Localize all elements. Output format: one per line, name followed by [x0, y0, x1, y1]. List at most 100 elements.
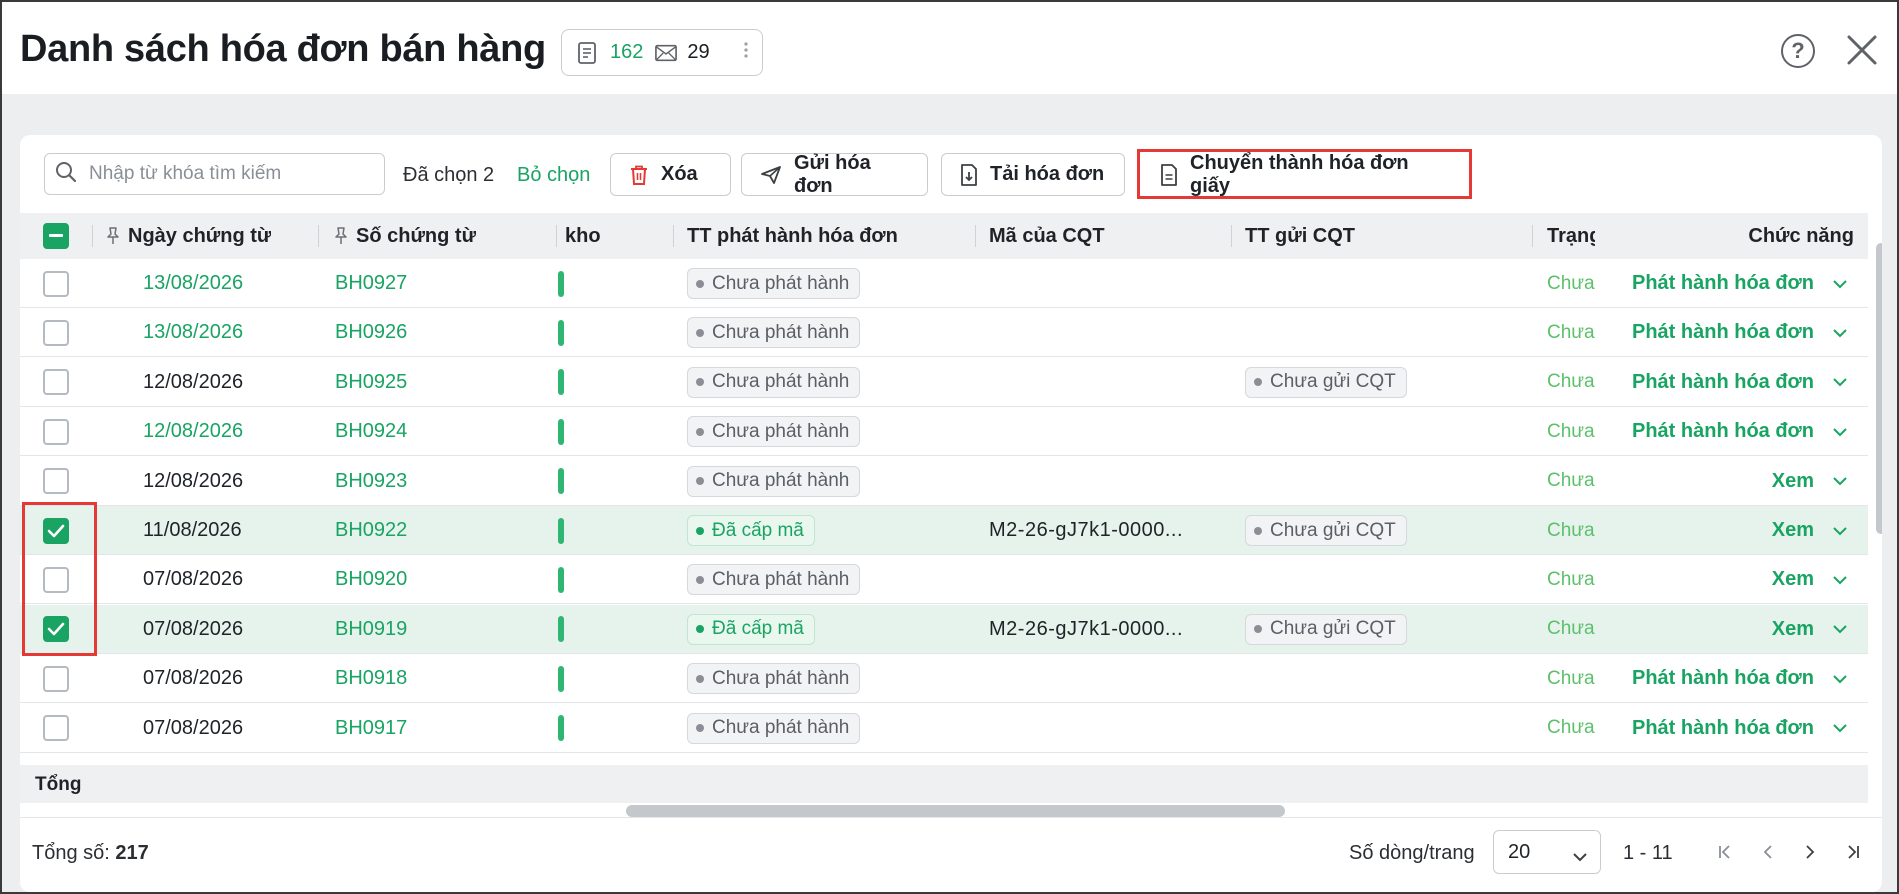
chevron-down-icon[interactable] — [1832, 605, 1848, 654]
table-row[interactable]: 07/08/2026 BH0917 Chưa phát hành Chưa Phát h… — [20, 703, 1868, 753]
column-code-label: Số chứng từ — [356, 224, 477, 247]
row-checkbox[interactable] — [43, 369, 69, 396]
table-row[interactable]: 11/08/2026 BH0922 Đã cấp mã M2-26-gJ7k1-000… — [20, 506, 1868, 555]
row-action-link[interactable]: Phát hành hóa đơn — [1598, 654, 1814, 703]
row-action-link[interactable]: Phát hành hóa đơn — [1598, 308, 1814, 357]
row-code[interactable]: BH0920 — [335, 555, 407, 604]
row-checkbox[interactable] — [43, 468, 69, 495]
row-checkbox-cell[interactable] — [43, 308, 69, 357]
help-icon[interactable]: ? — [1781, 34, 1815, 68]
table-row[interactable]: 07/08/2026 BH0919 Đã cấp mã M2-26-gJ7k1-000… — [20, 604, 1868, 654]
send-invoice-button[interactable]: Gửi hóa đơn — [741, 152, 928, 197]
invoice-panel: Đã chọn 2 Bỏ chọn Xóa Gửi hóa đơn Tải hó… — [20, 135, 1882, 892]
table-row[interactable]: 07/08/2026 BH0918 Chưa phát hành Chưa Phát h… — [20, 654, 1868, 704]
row-code[interactable]: BH0925 — [335, 358, 407, 407]
pin-icon[interactable] — [334, 227, 348, 245]
row-action-link[interactable]: Xem — [1598, 506, 1814, 555]
chevron-down-icon[interactable] — [1832, 308, 1848, 357]
row-code[interactable]: BH0918 — [335, 654, 407, 703]
column-ma-cqt[interactable]: Mã của CQT — [989, 213, 1105, 259]
kho-indicator — [558, 605, 564, 654]
row-checkbox-cell[interactable] — [43, 704, 69, 753]
status-badge: Đã cấp mã — [687, 613, 815, 645]
close-icon[interactable] — [1844, 32, 1880, 68]
row-trang: Chưa — [1547, 667, 1595, 689]
row-action-link[interactable]: Phát hành hóa đơn — [1598, 259, 1814, 308]
column-divider — [92, 225, 93, 247]
prev-page-icon[interactable] — [1756, 840, 1780, 864]
first-page-icon[interactable] — [1713, 840, 1737, 864]
kho-indicator — [558, 555, 564, 604]
status-badge: Chưa phát hành — [687, 564, 861, 596]
row-code[interactable]: BH0926 — [335, 308, 407, 357]
row-action-link[interactable]: Phát hành hóa đơn — [1598, 358, 1814, 407]
row-checkbox-cell[interactable] — [43, 259, 69, 308]
row-checkbox-cell[interactable] — [43, 654, 69, 703]
row-code[interactable]: BH0917 — [335, 704, 407, 753]
row-checkbox-cell[interactable] — [43, 358, 69, 407]
table-row[interactable]: 12/08/2026 BH0923 Chưa phát hành Chưa Xem — [20, 456, 1868, 506]
row-code[interactable]: BH0919 — [335, 605, 407, 654]
page-range: 1 - 11 — [1623, 842, 1673, 864]
more-icon[interactable] — [744, 42, 748, 63]
chevron-down-icon[interactable] — [1832, 259, 1848, 308]
chevron-down-icon[interactable] — [1832, 704, 1848, 753]
table-row[interactable]: 13/08/2026 BH0927 Chưa phát hành Chưa Phát h… — [20, 259, 1868, 308]
status-badge: Chưa phát hành — [687, 416, 861, 448]
column-tt-phat-hanh[interactable]: TT phát hành hóa đơn — [687, 213, 898, 259]
search-input[interactable] — [89, 163, 369, 185]
row-trang: Chưa — [1547, 618, 1595, 640]
vertical-scrollbar[interactable] — [1876, 243, 1882, 534]
row-code[interactable]: BH0927 — [335, 259, 407, 308]
search-box[interactable] — [44, 153, 385, 195]
row-trang: Chưa — [1547, 717, 1595, 739]
table-row[interactable]: 12/08/2026 BH0925 Chưa phát hành Chưa gửi C… — [20, 357, 1868, 407]
last-page-icon[interactable] — [1841, 840, 1865, 864]
row-checkbox-cell[interactable] — [43, 407, 69, 456]
row-action-link[interactable]: Xem — [1598, 605, 1814, 654]
unselect-link[interactable]: Bỏ chọn — [517, 164, 590, 187]
chevron-down-icon — [1572, 845, 1588, 868]
rows-per-page-select[interactable]: 20 — [1493, 830, 1601, 874]
row-checkbox[interactable] — [43, 665, 69, 692]
kho-indicator — [558, 308, 564, 357]
row-code[interactable]: BH0922 — [335, 506, 407, 555]
row-action-link[interactable]: Phát hành hóa đơn — [1598, 407, 1814, 456]
chevron-down-icon[interactable] — [1832, 506, 1848, 555]
column-date[interactable]: Ngày chứng từ — [106, 213, 271, 259]
column-kho[interactable]: kho — [565, 213, 601, 259]
invoice-counter[interactable]: 162 29 — [561, 29, 763, 76]
row-checkbox[interactable] — [43, 270, 69, 297]
status-badge-text: Chưa phát hành — [712, 371, 850, 393]
row-checkbox[interactable] — [43, 715, 69, 742]
row-action-link[interactable]: Xem — [1598, 555, 1814, 604]
column-tt-gui-cqt[interactable]: TT gửi CQT — [1245, 213, 1355, 259]
table-row[interactable]: 12/08/2026 BH0924 Chưa phát hành Chưa Phát h… — [20, 407, 1868, 457]
row-action-link[interactable]: Phát hành hóa đơn — [1598, 704, 1814, 753]
horizontal-scrollbar[interactable] — [626, 805, 1285, 817]
chevron-down-icon[interactable] — [1832, 407, 1848, 456]
row-code[interactable]: BH0924 — [335, 407, 407, 456]
column-code[interactable]: Số chứng từ — [334, 213, 476, 259]
row-checkbox[interactable] — [43, 319, 69, 346]
table-row[interactable]: 13/08/2026 BH0926 Chưa phát hành Chưa Phát h… — [20, 308, 1868, 358]
download-invoice-button[interactable]: Tải hóa đơn — [941, 153, 1125, 196]
status-badge-text: Chưa gửi CQT — [1270, 618, 1396, 640]
row-checkbox[interactable] — [43, 418, 69, 445]
next-page-icon[interactable] — [1798, 840, 1822, 864]
checkbox-indeterminate[interactable] — [43, 223, 69, 249]
row-checkbox-cell[interactable] — [43, 457, 69, 506]
chevron-down-icon[interactable] — [1832, 654, 1848, 703]
table-row[interactable]: 07/08/2026 BH0920 Chưa phát hành Chưa Xem — [20, 555, 1868, 605]
page-title: Danh sách hóa đơn bán hàng — [20, 28, 546, 70]
row-code[interactable]: BH0923 — [335, 457, 407, 506]
row-date: 07/08/2026 — [143, 667, 244, 690]
chevron-down-icon[interactable] — [1832, 358, 1848, 407]
delete-button[interactable]: Xóa — [610, 153, 731, 196]
row-action-link[interactable]: Xem — [1598, 457, 1814, 506]
select-all-checkbox[interactable] — [43, 213, 69, 259]
chevron-down-icon[interactable] — [1832, 555, 1848, 604]
chevron-down-icon[interactable] — [1832, 457, 1848, 506]
column-trang[interactable]: Trạng — [1547, 213, 1595, 259]
pin-icon[interactable] — [106, 227, 120, 245]
